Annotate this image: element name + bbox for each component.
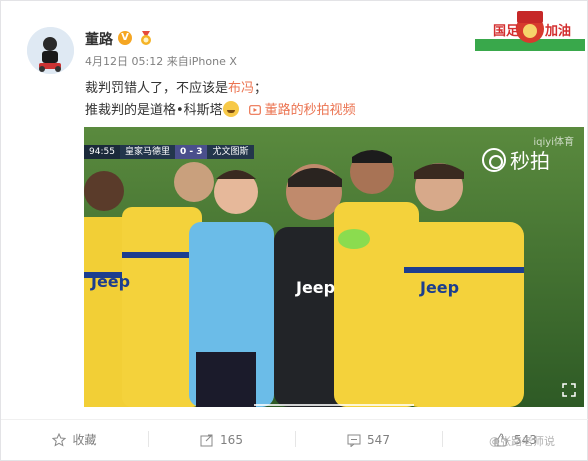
post-text-line-1: 裁判罚错人了，不应该是布冯； — [85, 77, 267, 96]
verified-icon: V — [118, 31, 132, 45]
favorite-button[interactable]: 收藏 — [1, 420, 148, 459]
medal-icon — [141, 31, 151, 45]
star-icon — [52, 432, 67, 447]
miaopai-logo-icon — [482, 147, 506, 172]
svg-text:Jeep: Jeep — [295, 278, 335, 297]
post-timestamp[interactable]: 4月12日 05:12 — [85, 55, 163, 68]
comment-count: 547 — [367, 432, 390, 447]
match-score: 0 - 3 — [174, 145, 208, 159]
post-text: 裁判罚错人了，不应该是 — [85, 81, 229, 96]
username[interactable]: 董路 — [85, 29, 113, 49]
miaopai-label: 秒拍 — [510, 149, 550, 173]
post-text-2: 推裁判的是道格•科斯塔 — [85, 103, 223, 118]
svg-text:Jeep: Jeep — [90, 272, 130, 291]
team-banner-image: 国足 加油 — [475, 11, 585, 51]
video-icon — [248, 105, 261, 115]
home-team: 皇家马德里 — [119, 145, 175, 159]
user-avatar[interactable] — [27, 27, 74, 74]
match-clock: 94:55 — [84, 145, 120, 159]
away-team: 尤文图斯 — [207, 145, 254, 159]
repost-button[interactable]: 165 — [148, 420, 295, 459]
post-text-line-2: 推裁判的是道格•科斯塔 董路的秒拍视频 — [85, 99, 356, 118]
svg-text:Jeep: Jeep — [419, 278, 459, 297]
repost-count: 165 — [220, 432, 243, 447]
comment-icon — [347, 434, 361, 447]
video-player[interactable]: Jeep Jeep Jeep 94:55 皇家马德里 0 - 3 尤文图斯 iq… — [84, 127, 584, 407]
source-prefix: 来自 — [166, 55, 189, 68]
scoreboard: 94:55 皇家马德里 0 - 3 尤文图斯 — [84, 145, 254, 159]
post-text-punct: ； — [254, 81, 268, 96]
post-source: iPhone X — [188, 55, 237, 68]
weibo-post-card: 董路 V 4月12日 05:12 来自iPhone X 国足 加油 裁判罚错人了… — [0, 0, 588, 461]
video-link[interactable]: 董路的秒拍视频 — [248, 103, 356, 118]
mention-link[interactable]: 布冯 — [228, 81, 254, 96]
page-watermark: @张路老师说 — [489, 435, 555, 448]
fullscreen-icon[interactable] — [562, 383, 576, 397]
laugh-emoji-icon — [222, 101, 239, 117]
comment-button[interactable]: 547 — [295, 420, 442, 459]
repost-icon — [200, 434, 213, 446]
favorite-label: 收藏 — [72, 433, 97, 447]
svg-text:国足: 国足 — [493, 24, 520, 39]
miaopai-watermark: 秒拍 — [482, 145, 550, 174]
video-link-label: 董路的秒拍视频 — [264, 103, 356, 118]
svg-text:加油: 加油 — [544, 23, 571, 39]
post-meta: 4月12日 05:12 来自iPhone X — [85, 53, 237, 69]
video-progress-bar[interactable] — [254, 404, 414, 406]
